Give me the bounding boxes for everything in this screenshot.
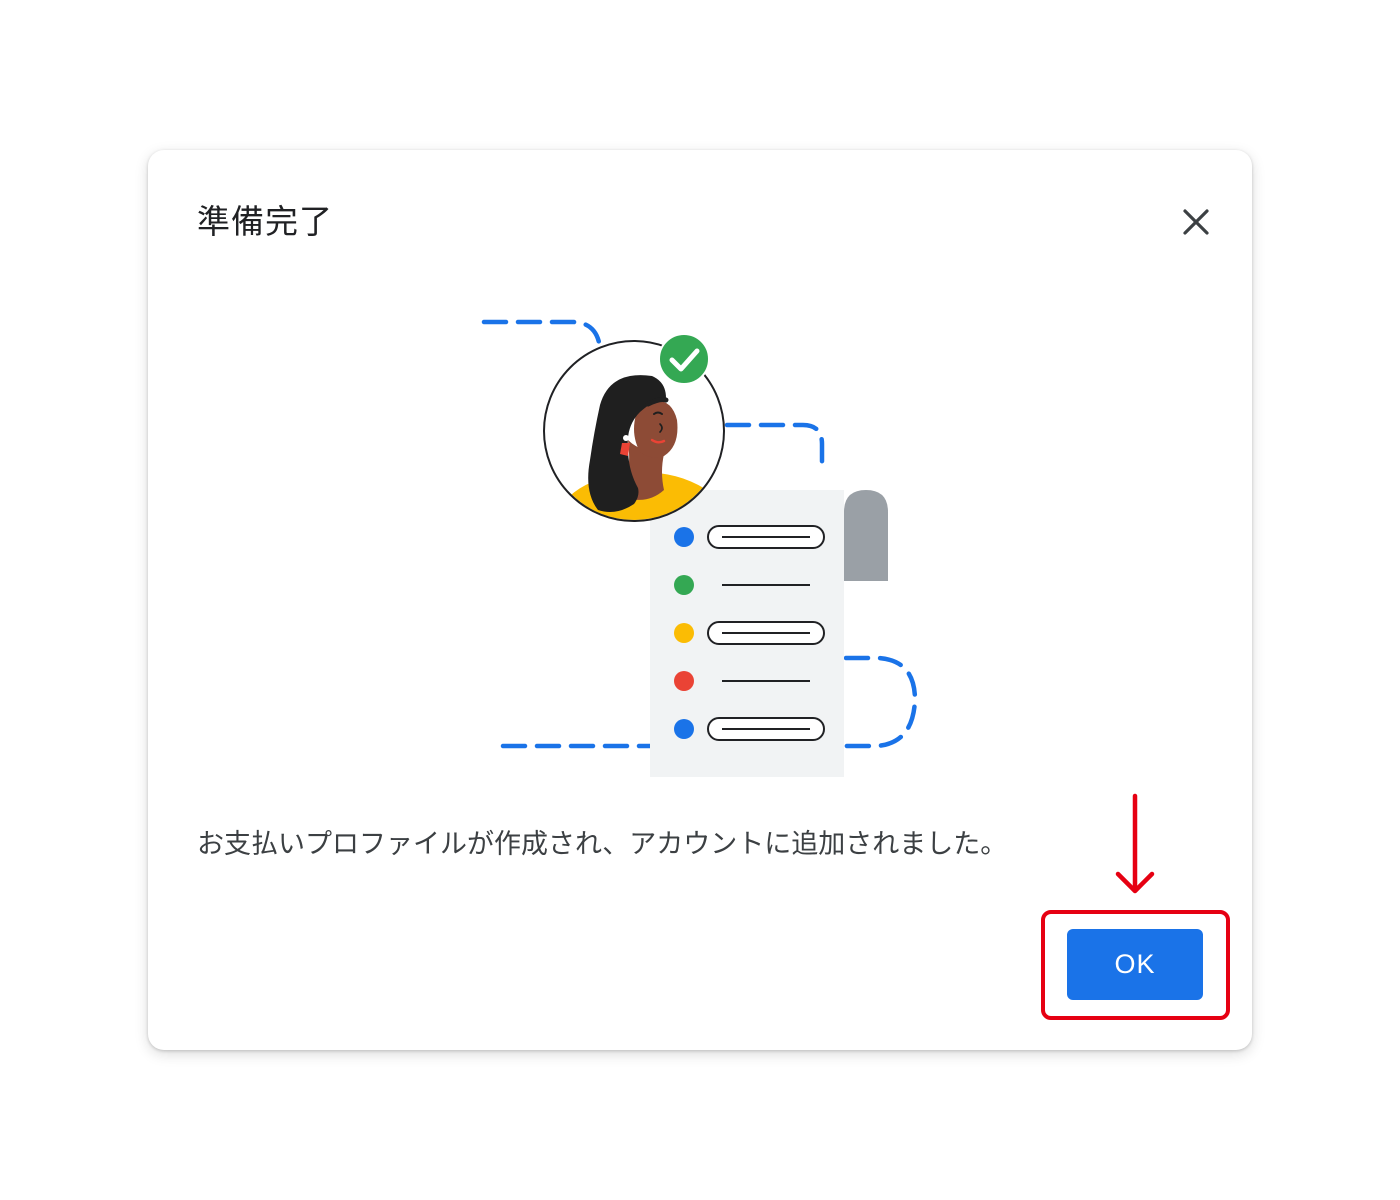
close-icon bbox=[1183, 209, 1209, 235]
close-button[interactable] bbox=[1176, 202, 1216, 242]
ready-dialog: 準備完了 お支払いプロファイルが作成され、アカウントに追加されました。 OK bbox=[148, 150, 1252, 1050]
payment-profile-illustration bbox=[481, 319, 918, 777]
list-dot bbox=[674, 527, 694, 547]
ok-button[interactable]: OK bbox=[1067, 929, 1203, 1000]
list-dot bbox=[674, 575, 694, 595]
dialog-message: お支払いプロファイルが作成され、アカウントに追加されました。 bbox=[197, 829, 1008, 859]
document-illustration bbox=[650, 490, 888, 777]
page: 準備完了 お支払いプロファイルが作成され、アカウントに追加されました。 OK bbox=[0, 0, 1400, 1200]
list-dot bbox=[674, 719, 694, 739]
list-dot bbox=[674, 623, 694, 643]
check-circle-icon bbox=[658, 333, 710, 385]
list-dot bbox=[674, 671, 694, 691]
dialog-title: 準備完了 bbox=[197, 203, 333, 240]
